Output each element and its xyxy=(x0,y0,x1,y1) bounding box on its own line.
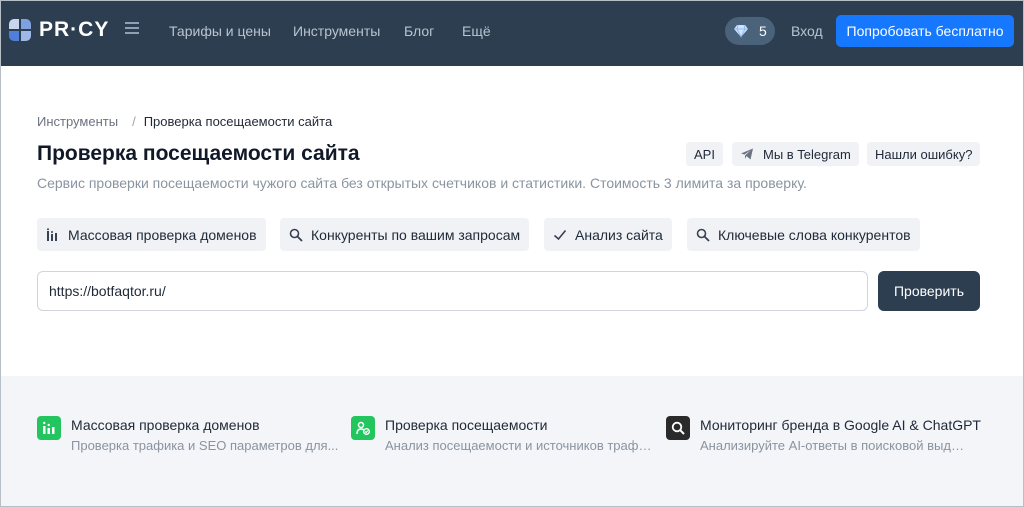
tool-competitors-by-queries[interactable]: Конкуренты по вашим запросам xyxy=(280,218,530,251)
report-error-chip-label: Нашли ошибку? xyxy=(875,146,973,162)
related-tool-card[interactable]: Проверка посещаемости Анализ посещаемост… xyxy=(351,415,661,459)
breadcrumb-tools[interactable]: Инструменты xyxy=(37,114,118,129)
top-navigation-bar: PR·CY Тарифы и цены Инструменты Блог Ещё… xyxy=(1,1,1023,66)
card-description: Анализируйте AI-ответы в поисковой выдач… xyxy=(700,438,970,453)
logo-text: PR·CY xyxy=(39,18,110,41)
bars-icon xyxy=(47,227,57,241)
check-button[interactable]: Проверить xyxy=(878,271,980,311)
bars-icon xyxy=(37,416,61,440)
breadcrumb-separator: / xyxy=(132,114,136,129)
card-title: Массовая проверка доменов xyxy=(71,417,260,433)
api-chip[interactable]: API xyxy=(686,142,723,166)
card-description: Проверка трафика и SEO параметров для... xyxy=(71,438,339,453)
nav-more[interactable]: Ещё xyxy=(462,23,491,39)
related-tool-card[interactable]: Мониторинг бренда в Google AI & ChatGPT … xyxy=(666,415,981,459)
breadcrumb-current: Проверка посещаемости сайта xyxy=(143,114,333,129)
page-title: Проверка посещаемости сайта xyxy=(37,142,360,165)
tool-label: Конкуренты по вашим запросам xyxy=(311,226,521,243)
nav-blog[interactable]: Блог xyxy=(404,23,434,39)
telegram-chip-label: Мы в Telegram xyxy=(763,146,851,162)
tool-label: Массовая проверка доменов xyxy=(68,226,257,243)
tool-bulk-domain-check[interactable]: Массовая проверка доменов xyxy=(37,218,266,251)
telegram-chip[interactable]: Мы в Telegram xyxy=(732,142,859,166)
card-title: Проверка посещаемости xyxy=(385,417,548,433)
logo-mark-icon xyxy=(9,19,31,41)
related-tool-card[interactable]: Массовая проверка доменов Проверка трафи… xyxy=(37,415,347,459)
tool-competitor-keywords[interactable]: Ключевые слова конкурентов xyxy=(687,218,920,251)
url-input[interactable] xyxy=(37,271,868,311)
tool-label: Анализ сайта xyxy=(575,226,663,243)
api-chip-label: API xyxy=(694,146,715,162)
login-link[interactable]: Вход xyxy=(791,23,823,39)
search-icon xyxy=(666,416,690,440)
search-icon xyxy=(696,228,710,242)
report-error-chip[interactable]: Нашли ошибку? xyxy=(867,142,981,166)
card-title: Мониторинг бренда в Google AI & ChatGPT xyxy=(700,417,981,433)
tool-site-analysis[interactable]: Анализ сайта xyxy=(544,218,672,251)
gems-balance[interactable]: 5 xyxy=(725,17,775,45)
try-free-button[interactable]: Попробовать бесплатно xyxy=(836,15,1014,47)
diamond-icon xyxy=(734,24,748,38)
check-icon xyxy=(553,229,567,240)
telegram-icon xyxy=(741,148,753,160)
hamburger-menu-icon[interactable] xyxy=(125,22,139,34)
traffic-icon xyxy=(351,416,375,440)
nav-tools[interactable]: Инструменты xyxy=(293,23,380,39)
tool-label: Ключевые слова конкурентов xyxy=(718,226,911,243)
nav-pricing[interactable]: Тарифы и цены xyxy=(169,23,271,39)
card-description: Анализ посещаемости и источников трафика… xyxy=(385,438,655,453)
breadcrumb: Инструменты / Проверка посещаемости сайта xyxy=(37,114,332,129)
search-icon xyxy=(289,228,303,242)
logo[interactable]: PR·CY xyxy=(9,18,109,42)
gems-count: 5 xyxy=(759,23,767,39)
page-subtitle: Сервис проверки посещаемости чужого сайт… xyxy=(37,175,807,191)
